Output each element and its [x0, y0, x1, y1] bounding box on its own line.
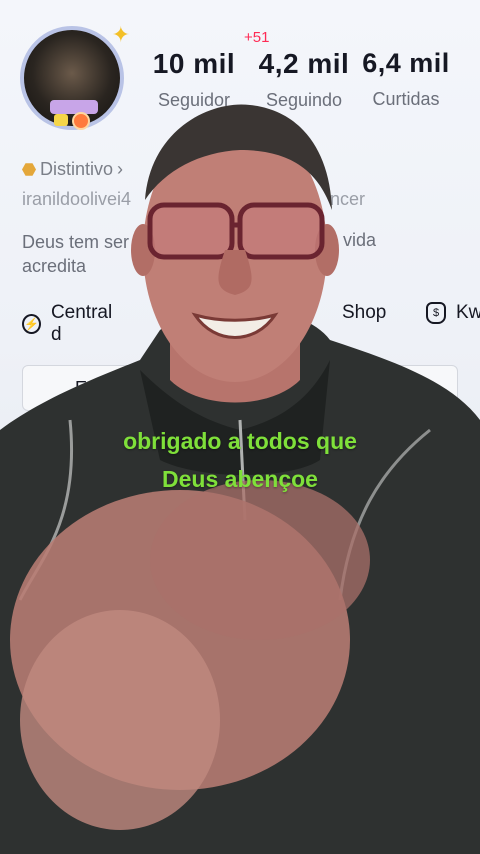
shop-link[interactable]: Shop: [342, 302, 386, 324]
new-following-badge: +51: [244, 29, 270, 46]
bio-line: acredita: [22, 256, 87, 276]
bolt-icon: ⚡: [22, 314, 41, 334]
stat-likes[interactable]: 6,4 mil Curtidas: [358, 48, 454, 110]
caption-line: obrigado a todos que: [123, 428, 357, 454]
stat-value: 6,4 mil: [362, 48, 450, 78]
username: iranildoolivei4: [22, 189, 132, 209]
bio: Deus tem ser acredita: [22, 230, 129, 278]
sparkle-icon: ✦: [111, 22, 130, 47]
profile-avatar[interactable]: ✦: [20, 22, 130, 134]
link-label: Central d: [50, 302, 113, 345]
kwai-link[interactable]: $ Kw: [426, 302, 480, 324]
stat-value: 10 mil: [152, 48, 236, 79]
stat-following[interactable]: 4,2 mil Seguindo: [256, 48, 352, 111]
username-tail: ncer: [330, 189, 366, 209]
stat-followers[interactable]: 10 mil Seguidor: [148, 48, 240, 111]
edit-profile-button[interactable]: Edi: [22, 365, 150, 411]
stat-label: Curtidas: [372, 89, 440, 109]
badge-link[interactable]: Distintivo ›: [22, 159, 123, 180]
avatar: [20, 26, 124, 130]
money-bag-icon: $: [426, 302, 446, 324]
stat-label: Seguindo: [265, 90, 343, 110]
bio-line: Deus tem ser: [22, 232, 130, 252]
add-friends-button[interactable]: migos: [330, 365, 458, 411]
avatar-decoration-banner: [50, 100, 98, 114]
bio-line-tail: a vida: [328, 230, 377, 250]
avatar-decoration-icon: [54, 114, 68, 126]
stat-label: Seguidor: [157, 90, 231, 110]
badge-hexagon-icon: [22, 163, 36, 176]
caption-line: Deus abençoe: [162, 466, 318, 492]
badge-label: Distintivo: [40, 159, 114, 179]
link-label: Kw: [456, 302, 480, 323]
video-screen: ✦ +51 10 mil Seguidor 4,2 mil Seguindo 6…: [0, 0, 480, 854]
creator-center-link[interactable]: ⚡ Central d: [22, 302, 113, 346]
chevron-right-icon: ›: [117, 159, 124, 179]
flower-icon: [72, 112, 90, 130]
stat-value: 4,2 mil: [258, 48, 350, 79]
